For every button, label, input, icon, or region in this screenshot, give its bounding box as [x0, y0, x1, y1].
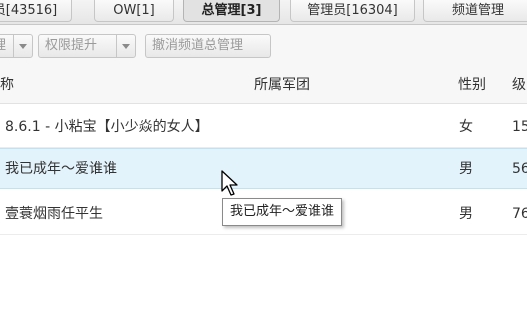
tab-label: OW[1] [113, 3, 155, 18]
tab-label: 频道管理 [451, 3, 504, 18]
column-header-level[interactable]: 级 [512, 67, 526, 103]
table-row[interactable]: 8.6.1 - 小粘宝【小少焱的女人】 女 15 [0, 107, 527, 148]
member-gender: 男 [459, 206, 473, 222]
member-name: 壹蓑烟雨任平生 [5, 206, 103, 222]
member-name: 我已成年～爱谁谁 [5, 161, 117, 177]
member-level: 15 [512, 119, 527, 135]
mouse-cursor-icon [221, 170, 238, 196]
tab-bar: 员[43516] OW[1] 总管理[3] 管理员[16304] 频道管理 [0, 0, 527, 25]
member-level: 56 [512, 161, 527, 177]
table-row-selected[interactable]: 我已成年～爱谁谁 男 56 [0, 148, 527, 189]
member-gender: 女 [459, 119, 473, 135]
promote-button-label: 权限提升 [45, 38, 98, 53]
toolbar: 理 权限提升 撤消频道总管理 [0, 25, 527, 67]
tab-chief-admin[interactable]: 总管理[3] [183, 0, 280, 22]
name-tooltip: 我已成年～爱谁谁 [222, 198, 343, 226]
manage-dropdown-button[interactable]: 理 [0, 34, 33, 58]
member-name: 8.6.1 - 小粘宝【小少焱的女人】 [5, 119, 209, 135]
tab-channel-admin[interactable]: 频道管理 [423, 0, 527, 22]
dropdown-arrow[interactable] [13, 35, 32, 57]
dropdown-arrow[interactable] [116, 35, 135, 57]
column-header-gender[interactable]: 性别 [458, 67, 486, 103]
member-management-panel: 员[43516] OW[1] 总管理[3] 管理员[16304] 频道管理 理 … [0, 0, 527, 335]
column-header-name[interactable]: 称 [0, 67, 14, 103]
table-header: 称 所属军团 性别 级 [0, 67, 527, 104]
chevron-down-icon [19, 44, 27, 49]
revoke-chief-admin-button[interactable]: 撤消频道总管理 [145, 34, 271, 58]
tab-label: 员[43516] [0, 3, 58, 18]
tab-members[interactable]: 员[43516] [0, 0, 72, 22]
tab-label: 管理员[16304] [307, 3, 398, 18]
tab-ow[interactable]: OW[1] [94, 0, 174, 22]
revoke-button-label: 撤消频道总管理 [152, 38, 244, 53]
tab-admins[interactable]: 管理员[16304] [290, 0, 415, 22]
promote-permission-button[interactable]: 权限提升 [38, 34, 136, 58]
member-gender: 男 [459, 161, 473, 177]
member-level: 76 [512, 206, 527, 222]
chevron-down-icon [122, 44, 130, 49]
manage-button-label: 理 [0, 35, 6, 57]
column-header-legion[interactable]: 所属军团 [254, 67, 310, 103]
tab-label: 总管理[3] [201, 3, 262, 18]
